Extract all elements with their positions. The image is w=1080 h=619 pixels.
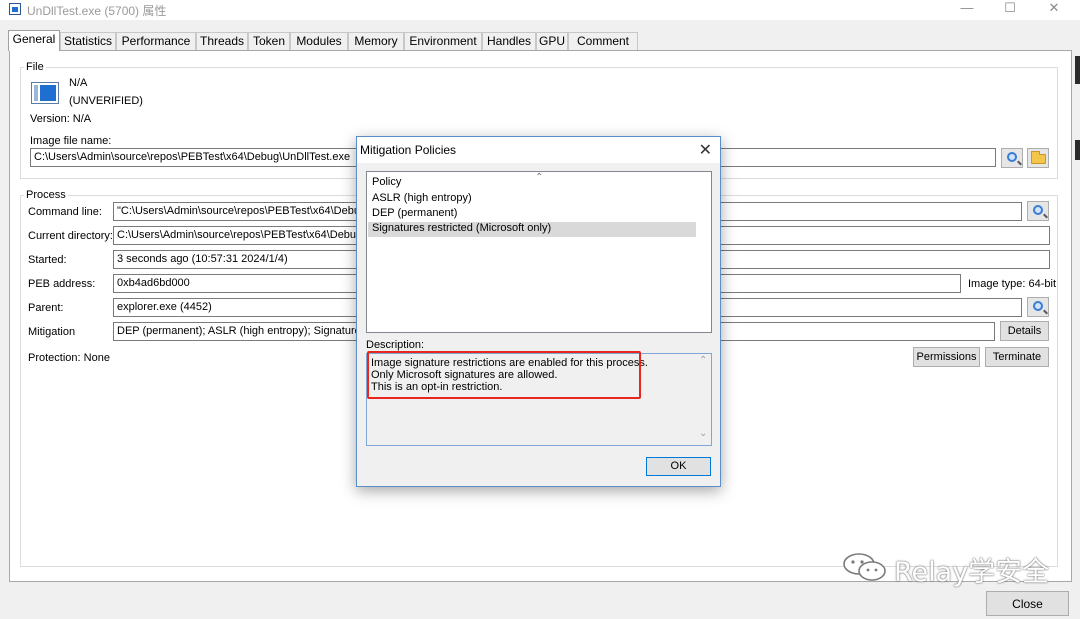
- file-version: Version: N/A: [30, 113, 92, 125]
- file-description: N/A: [69, 77, 88, 89]
- peb-address-label: PEB address:: [28, 278, 96, 290]
- policy-list[interactable]: ⌃ Policy ASLR (high entropy) DEP (perman…: [366, 171, 712, 333]
- policy-column-header[interactable]: Policy: [368, 176, 696, 191]
- executable-icon: [31, 82, 59, 104]
- policy-row[interactable]: ASLR (high entropy): [368, 192, 696, 207]
- command-line-label: Command line:: [28, 206, 102, 218]
- tab-handles[interactable]: Handles: [482, 32, 536, 50]
- description-label: Description:: [366, 339, 425, 351]
- policy-row[interactable]: DEP (permanent): [368, 207, 696, 222]
- policy-row-selected[interactable]: Signatures restricted (Microsoft only): [368, 222, 696, 237]
- magnifier-icon: [1007, 152, 1017, 162]
- current-directory-label: Current directory:: [28, 230, 113, 242]
- details-button[interactable]: Details: [1000, 321, 1049, 341]
- tab-general[interactable]: General: [8, 30, 60, 51]
- tab-statistics[interactable]: Statistics: [60, 32, 116, 50]
- dialog-title: Mitigation Policies: [360, 143, 457, 157]
- inspect-parent-button[interactable]: [1027, 297, 1049, 317]
- description-scrollbar[interactable]: ⌃ ⌄: [696, 354, 711, 445]
- protection-status: Protection: None: [28, 352, 110, 364]
- background-edge: [1075, 140, 1080, 160]
- minimize-button[interactable]: —: [944, 0, 990, 20]
- window-title: UnDllTest.exe (5700) 属性: [27, 4, 167, 18]
- open-folder-button[interactable]: [1027, 148, 1049, 168]
- tab-memory[interactable]: Memory: [348, 32, 404, 50]
- watermark-text: Relay学安全: [894, 557, 1050, 588]
- app-icon: [9, 3, 21, 15]
- maximize-button[interactable]: ☐: [987, 0, 1033, 20]
- inspect-command-line-button[interactable]: [1027, 201, 1049, 221]
- scroll-up-icon[interactable]: ⌃: [699, 355, 707, 366]
- terminate-button[interactable]: Terminate: [985, 347, 1049, 367]
- tab-comment[interactable]: Comment: [568, 32, 638, 50]
- permissions-button[interactable]: Permissions: [913, 347, 980, 367]
- highlight-annotation: [367, 351, 641, 399]
- process-group-label: Process: [24, 189, 68, 201]
- mitigation-policies-dialog: Mitigation Policies ✕ ⌃ Policy ASLR (hig…: [356, 136, 721, 487]
- tab-performance[interactable]: Performance: [116, 32, 196, 50]
- magnifier-icon: [1033, 301, 1043, 311]
- file-group-label: File: [24, 61, 46, 73]
- tab-environment[interactable]: Environment: [404, 32, 482, 50]
- dialog-titlebar[interactable]: Mitigation Policies ✕: [357, 137, 720, 163]
- folder-icon: [1031, 151, 1046, 164]
- inspect-image-button[interactable]: [1001, 148, 1023, 168]
- background-edge: [1075, 56, 1080, 84]
- parent-label: Parent:: [28, 302, 64, 314]
- tab-gpu[interactable]: GPU: [536, 32, 568, 50]
- scroll-down-icon[interactable]: ⌄: [699, 428, 707, 439]
- started-label: Started:: [28, 254, 67, 266]
- verification-status: (UNVERIFIED): [69, 95, 143, 107]
- dialog-close-icon[interactable]: ✕: [699, 140, 712, 160]
- ok-button[interactable]: OK: [646, 457, 711, 476]
- close-window-button[interactable]: ✕: [1031, 0, 1077, 20]
- magnifier-icon: [1033, 205, 1043, 215]
- tab-threads[interactable]: Threads: [196, 32, 248, 50]
- image-file-name-label: Image file name:: [30, 135, 112, 147]
- tab-token[interactable]: Token: [248, 32, 290, 50]
- window-titlebar[interactable]: UnDllTest.exe (5700) 属性 — ☐ ✕: [0, 0, 1080, 20]
- close-button[interactable]: Close: [986, 591, 1069, 616]
- image-type: Image type: 64-bit: [968, 278, 1057, 290]
- mitigation-label: Mitigation: [28, 326, 76, 338]
- chat-bubbles-icon: [843, 553, 886, 581]
- tab-modules[interactable]: Modules: [290, 32, 348, 50]
